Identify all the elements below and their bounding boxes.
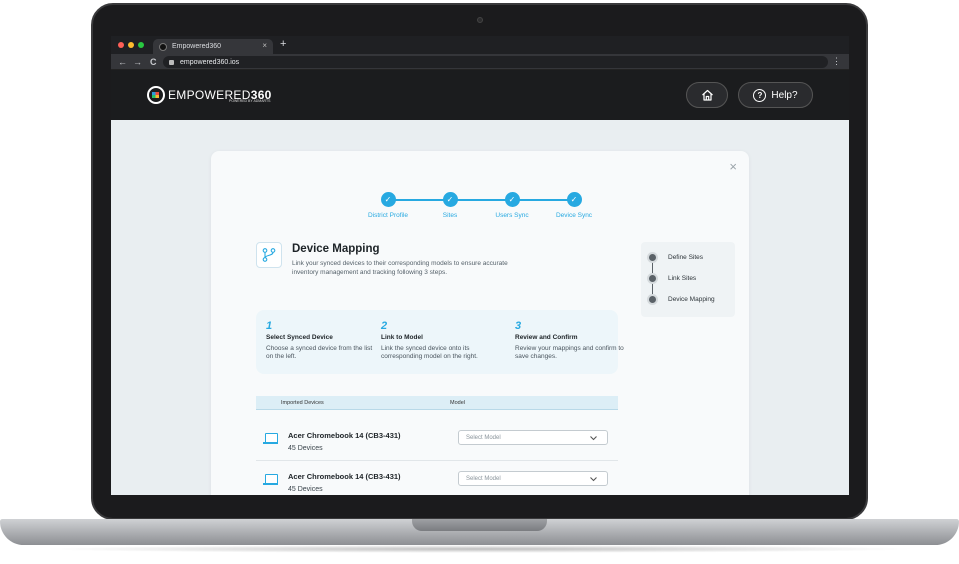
tab-close-icon[interactable]: × <box>262 41 267 50</box>
side-step-label: Device Mapping <box>668 296 715 303</box>
radio-dot-icon <box>647 273 658 284</box>
lock-icon <box>169 59 174 65</box>
forward-icon[interactable]: → <box>133 57 142 67</box>
table-header: Imported Devices Model <box>256 396 618 410</box>
side-step-define-sites[interactable]: Define Sites <box>647 252 703 263</box>
instructions-box: 1 Select Synced Device Choose a synced d… <box>256 310 624 374</box>
device-name: Acer Chromebook 14 (CB3-431) <box>288 431 401 440</box>
instruction-title: Link to Model <box>381 334 423 341</box>
progress-stepper: ✓ District Profile ✓ Sites ✓ Users Sync … <box>361 192 601 222</box>
browser-menu-icon[interactable]: ⋮ <box>832 56 841 67</box>
check-icon: ✓ <box>504 192 520 207</box>
page-title: Device Mapping <box>292 243 380 255</box>
column-header-devices: Imported Devices <box>281 400 324 406</box>
step-number: 3 <box>515 320 522 332</box>
step-number: 1 <box>266 320 273 332</box>
url-text: empowered360.ios <box>180 58 240 66</box>
step-label: Sites <box>442 212 458 219</box>
side-step-link-sites[interactable]: Link Sites <box>647 273 696 284</box>
laptop-icon <box>263 433 278 444</box>
side-step-label: Link Sites <box>668 275 697 282</box>
table-row[interactable]: Acer Chromebook 14 (CB3-431) 45 Devices … <box>256 462 618 495</box>
step-sites[interactable]: ✓ Sites <box>420 192 480 219</box>
radio-dot-icon <box>647 252 658 263</box>
laptop-icon <box>263 474 278 485</box>
step-label: Users Sync <box>495 212 529 219</box>
side-step-device-mapping[interactable]: Device Mapping <box>647 294 715 305</box>
step-label: Device Sync <box>555 212 593 219</box>
logo-subtitle: POWERED BY ADMARTS <box>229 99 271 103</box>
close-icon[interactable]: × <box>729 159 737 174</box>
home-button[interactable] <box>686 82 728 108</box>
instruction-step-1: 1 Select Synced Device Choose a synced d… <box>266 320 381 361</box>
device-name: Acer Chromebook 14 (CB3-431) <box>288 472 401 481</box>
select-placeholder: Select Model <box>466 475 501 482</box>
step-number: 2 <box>381 320 388 332</box>
side-step-label: Define Sites <box>668 254 704 261</box>
chevron-down-icon <box>590 436 597 441</box>
model-select[interactable]: Select Model <box>458 471 608 486</box>
instruction-desc: Choose a synced device from the list on … <box>266 345 373 360</box>
instruction-step-3: 3 Review and Confirm Review your mapping… <box>515 320 630 361</box>
step-device-sync[interactable]: ✓ Device Sync <box>544 192 604 219</box>
table-row[interactable]: Acer Chromebook 14 (CB3-431) 45 Devices … <box>256 421 618 461</box>
help-label: Help? <box>771 89 798 101</box>
select-placeholder: Select Model <box>466 434 501 441</box>
side-progress-panel: Define Sites Link Sites Device Mapping <box>641 242 735 317</box>
column-header-model: Model <box>450 400 465 406</box>
reload-icon[interactable]: C <box>150 57 157 67</box>
browser-tab[interactable]: Empowered360 × <box>153 39 273 54</box>
model-select[interactable]: Select Model <box>458 430 608 445</box>
back-icon[interactable]: ← <box>118 57 127 67</box>
close-window-dot[interactable] <box>118 42 124 48</box>
maximize-window-dot[interactable] <box>138 42 144 48</box>
check-icon: ✓ <box>566 192 582 207</box>
instruction-step-2: 2 Link to Model Link the synced device o… <box>381 320 496 361</box>
browser-tab-bar: Empowered360 × + <box>111 36 849 54</box>
step-users-sync[interactable]: ✓ Users Sync <box>482 192 542 219</box>
check-icon: ✓ <box>442 192 458 207</box>
instruction-title: Review and Confirm <box>515 334 578 341</box>
chevron-down-icon <box>590 477 597 482</box>
laptop-notch <box>412 519 547 531</box>
help-icon: ? <box>753 88 767 102</box>
favicon-icon <box>159 42 167 51</box>
device-count: 45 Devices <box>288 486 323 493</box>
screen: Empowered360 × + ← → C empowered360.ios … <box>111 36 849 495</box>
check-icon: ✓ <box>380 192 396 207</box>
step-district-profile[interactable]: ✓ District Profile <box>358 192 418 219</box>
laptop-frame: Empowered360 × + ← → C empowered360.ios … <box>0 0 959 564</box>
home-icon <box>701 89 713 101</box>
radio-dot-icon <box>647 294 658 305</box>
new-tab-button[interactable]: + <box>280 38 286 50</box>
app-header: EMPOWERED360 POWERED BY ADMARTS ? Help? <box>111 70 849 120</box>
device-count: 45 Devices <box>288 445 323 452</box>
tab-title: Empowered360 <box>172 43 222 50</box>
address-bar-row: ← → C empowered360.ios ⋮ <box>111 54 849 70</box>
logo[interactable]: EMPOWERED360 POWERED BY ADMARTS <box>147 86 272 104</box>
instruction-title: Select Synced Device <box>266 334 333 341</box>
minimize-window-dot[interactable] <box>128 42 134 48</box>
device-mapping-icon <box>256 242 282 268</box>
laptop-shadow <box>40 545 919 553</box>
logo-mark-icon <box>147 86 165 104</box>
page-subtitle: Link your synced devices to their corres… <box>292 260 508 276</box>
help-button[interactable]: ? Help? <box>738 82 813 108</box>
window-controls <box>118 42 144 48</box>
instruction-desc: Link the synced device onto its correspo… <box>381 345 478 360</box>
camera-dot <box>477 17 483 23</box>
instruction-desc: Review your mappings and confirm to save… <box>515 345 624 360</box>
step-label: District Profile <box>367 212 409 219</box>
url-input[interactable]: empowered360.ios <box>163 56 828 68</box>
device-mapping-modal: × ✓ District Profile ✓ Sites ✓ Users Syn… <box>211 151 749 495</box>
